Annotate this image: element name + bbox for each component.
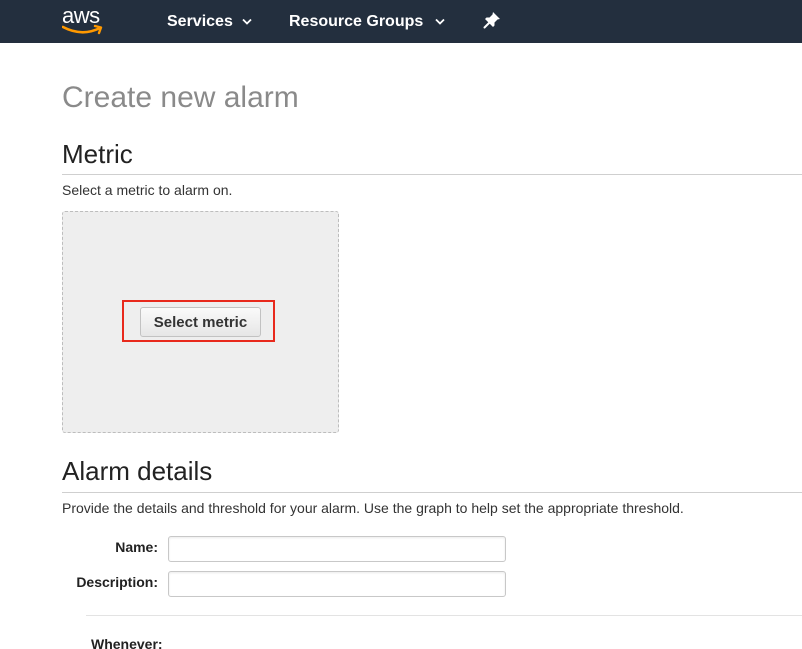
alarm-details-description: Provide the details and threshold for yo… bbox=[62, 500, 684, 516]
resource-groups-menu-label: Resource Groups bbox=[289, 12, 424, 30]
name-field[interactable] bbox=[168, 536, 506, 562]
metric-section-title: Metric bbox=[62, 139, 133, 169]
whenever-label: Whenever: bbox=[91, 636, 163, 649]
section-divider bbox=[62, 492, 802, 493]
resource-groups-menu[interactable]: Resource Groups bbox=[289, 0, 445, 43]
chevron-down-icon bbox=[435, 18, 445, 25]
metric-description: Select a metric to alarm on. bbox=[62, 182, 233, 198]
chevron-down-icon bbox=[242, 18, 252, 25]
top-navigation-bar: aws Services Resource Groups bbox=[0, 0, 802, 43]
description-label: Description: bbox=[76, 574, 158, 590]
aws-logo[interactable]: aws bbox=[62, 4, 110, 36]
services-menu[interactable]: Services bbox=[167, 0, 252, 43]
section-divider bbox=[62, 174, 802, 175]
form-divider bbox=[86, 615, 802, 616]
services-menu-label: Services bbox=[167, 12, 233, 30]
pushpin-icon[interactable] bbox=[483, 11, 501, 29]
alarm-details-section-title: Alarm details bbox=[62, 456, 213, 486]
description-field[interactable] bbox=[168, 571, 506, 597]
aws-smile-icon bbox=[62, 24, 103, 35]
name-label: Name: bbox=[115, 539, 158, 555]
page-title: Create new alarm bbox=[62, 81, 299, 114]
select-metric-button[interactable]: Select metric bbox=[140, 307, 261, 337]
